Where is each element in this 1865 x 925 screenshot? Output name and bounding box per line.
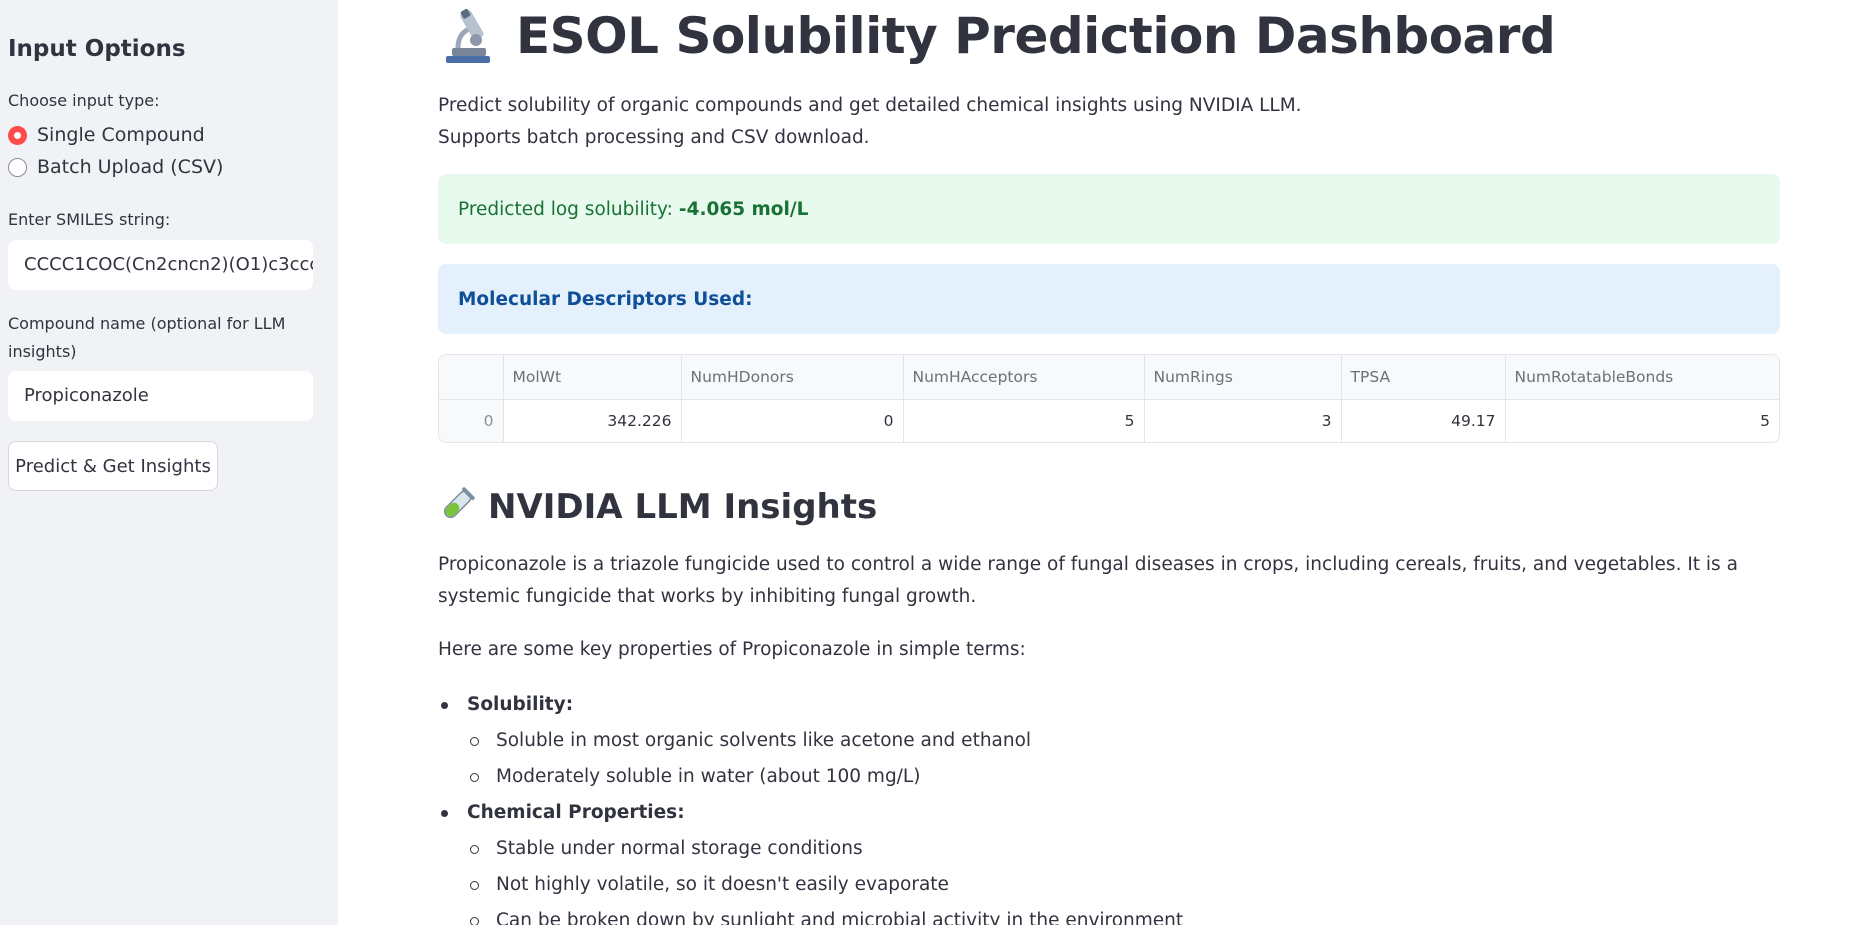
table-cell[interactable]: 5 [903,399,1145,442]
main-content: ESOL Solubility Prediction Dashboard Pre… [438,0,1780,925]
prediction-value: -4.065 mol/L [678,198,809,220]
list-item-heading: Chemical Properties: [438,795,1778,831]
sidebar: Input Options Choose input type: Single … [0,0,338,925]
list-item: Not highly volatile, so it doesn't easil… [438,867,1778,903]
radio-single-compound[interactable]: Single Compound [8,124,205,146]
table-cell[interactable]: 3 [1144,399,1342,442]
table-cell[interactable]: 49.17 [1341,399,1506,442]
radio-unselected-icon[interactable] [8,157,27,177]
descriptors-table[interactable]: MolWt NumHDonors NumHAcceptors NumRings … [438,354,1780,443]
input-type-label: Choose input type: [8,91,160,110]
table-cell[interactable]: 5 [1505,399,1779,442]
table-row: 0 342.226 0 5 3 49.17 5 [439,399,1779,442]
predict-button[interactable]: Predict & Get Insights [8,441,218,491]
intro-line-1: Predict solubility of organic compounds … [438,95,1302,116]
list-item: Soluble in most organic solvents like ac… [438,723,1778,759]
smiles-label: Enter SMILES string: [8,210,171,229]
table-cell[interactable]: 0 [681,399,904,442]
radio-label: Single Compound [37,124,205,146]
column-header[interactable]: NumRotatableBonds [1505,355,1779,400]
radio-label: Batch Upload (CSV) [37,156,224,178]
column-header[interactable]: MolWt [503,355,682,400]
column-header[interactable]: NumHDonors [681,355,904,400]
intro-line-2: Supports batch processing and CSV downlo… [438,127,870,148]
intro-text: Predict solubility of organic compounds … [438,90,1302,154]
insights-heading: NVIDIA LLM Insights [488,487,878,527]
radio-batch-upload[interactable]: Batch Upload (CSV) [8,156,223,178]
column-header[interactable]: TPSA [1341,355,1506,400]
list-item: Can be broken down by sunlight and micro… [438,903,1778,925]
insights-paragraph: Propiconazole is a triazole fungicide us… [438,554,1738,607]
compound-name-label: Compound name (optional for LLM insights… [8,314,286,361]
page-header: ESOL Solubility Prediction Dashboard [438,4,1556,68]
list-item-heading: Solubility: [438,687,1778,723]
smiles-input[interactable]: CCCC1COC(Cn2cncn2)(O1)c3ccc(C [8,240,313,290]
table-cell[interactable]: 342.226 [503,399,682,442]
table-header-row: MolWt NumHDonors NumHAcceptors NumRings … [439,355,1779,400]
column-header[interactable]: NumRings [1144,355,1342,400]
column-header-index[interactable] [439,355,504,400]
microscope-icon [438,4,502,68]
list-item: Stable under normal storage conditions [438,831,1778,867]
insights-header: NVIDIA LLM Insights [438,486,877,528]
properties-list: Solubility: Soluble in most organic solv… [438,687,1778,925]
descriptors-heading: Molecular Descriptors Used: [458,288,753,310]
sidebar-title: Input Options [8,36,186,62]
radio-selected-icon[interactable] [8,125,27,145]
prediction-label: Predicted log solubility: [458,198,673,220]
list-item: Moderately soluble in water (about 100 m… [438,759,1778,795]
descriptors-alert: Molecular Descriptors Used: [438,264,1780,334]
prediction-alert: Predicted log solubility: -4.065 mol/L [438,174,1780,244]
column-header[interactable]: NumHAcceptors [903,355,1145,400]
compound-name-input[interactable]: Propiconazole [8,371,313,421]
page-title: ESOL Solubility Prediction Dashboard [516,7,1556,65]
key-properties-intro: Here are some key properties of Propicon… [438,639,1026,660]
row-index: 0 [439,399,504,442]
test-tube-icon [438,486,476,528]
